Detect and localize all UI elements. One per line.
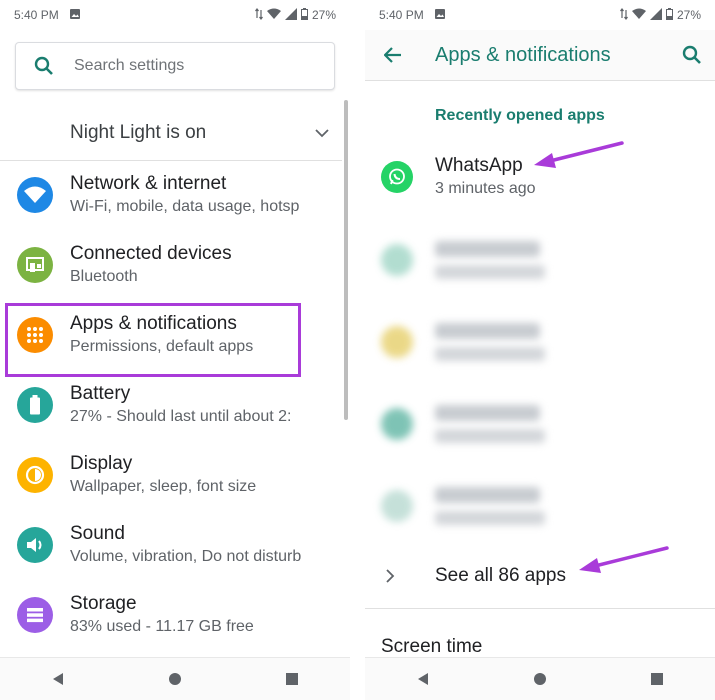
setting-apps-notifications[interactable]: Apps & notifications Permissions, defaul… — [0, 300, 342, 377]
setting-battery[interactable]: Battery 27% - Should last until about 2: — [0, 370, 342, 440]
navigation-bar — [0, 657, 350, 700]
search-icon — [16, 56, 72, 76]
app-icon — [381, 490, 413, 522]
search-icon[interactable] — [669, 45, 715, 65]
setting-connected-devices[interactable]: Connected devices Bluetooth — [0, 230, 342, 300]
setting-title: Connected devices — [70, 243, 232, 264]
image-notification-icon — [434, 8, 446, 23]
app-last-used: 3 minutes ago — [435, 180, 536, 197]
home-nav-icon[interactable] — [520, 664, 560, 694]
search-settings-bar[interactable] — [15, 42, 335, 90]
data-transfer-icon — [619, 7, 628, 23]
setting-title: Storage — [70, 593, 137, 614]
recent-app-blurred[interactable] — [365, 389, 715, 459]
apps-notifications-screen: 5:40 PM 27% Apps & notifications Recentl… — [365, 0, 715, 700]
status-time: 5:40 PM — [14, 8, 59, 22]
battery-status-icon — [300, 7, 308, 23]
signal-icon — [284, 7, 297, 23]
navigation-bar — [365, 657, 715, 700]
status-icons: 27% — [619, 7, 701, 23]
setting-network-internet[interactable]: Network & internet Wi-Fi, mobile, data u… — [0, 160, 342, 230]
setting-display[interactable]: Display Wallpaper, sleep, font size — [0, 440, 342, 510]
setting-title: Sound — [70, 523, 125, 544]
recent-apps-header: Recently opened apps — [435, 107, 605, 124]
see-all-apps-button[interactable]: See all 86 apps — [365, 548, 715, 604]
setting-subtitle: Wi-Fi, mobile, data usage, hotsp — [70, 198, 300, 215]
setting-title: Battery — [70, 383, 131, 404]
status-bar: 5:40 PM 27% — [365, 0, 715, 30]
status-icons: 27% — [254, 7, 336, 23]
battery-percent: 27% — [676, 8, 701, 22]
app-name: WhatsApp — [435, 155, 523, 176]
setting-storage[interactable]: Storage 83% used - 11.17 GB free — [0, 580, 342, 650]
recent-app-blurred[interactable] — [365, 225, 715, 295]
app-icon — [381, 244, 413, 276]
setting-sound[interactable]: Sound Volume, vibration, Do not disturb — [0, 510, 342, 580]
page-title: Apps & notifications — [435, 43, 611, 66]
setting-title: Network & internet — [70, 173, 227, 194]
night-light-label: Night Light is on — [70, 122, 207, 143]
search-input[interactable] — [72, 56, 306, 76]
setting-subtitle: Permissions, default apps — [70, 338, 254, 355]
setting-subtitle: 83% used - 11.17 GB free — [70, 618, 254, 635]
chevron-right-icon — [365, 569, 415, 583]
setting-subtitle: Volume, vibration, Do not disturb — [70, 548, 302, 565]
setting-title: Apps & notifications — [70, 313, 237, 334]
battery-status-icon — [665, 7, 673, 23]
connected-devices-icon — [17, 247, 53, 283]
whatsapp-icon — [381, 161, 413, 193]
status-time: 5:40 PM — [379, 8, 424, 22]
app-icon — [381, 408, 413, 440]
recent-app-blurred[interactable] — [365, 471, 715, 541]
moon-icon — [0, 123, 70, 143]
divider — [365, 608, 715, 609]
see-all-apps-label: See all 86 apps — [435, 565, 566, 586]
recent-app-blurred[interactable] — [365, 307, 715, 377]
sound-icon — [17, 527, 53, 563]
settings-screen: 5:40 PM 27% Night — [0, 0, 350, 700]
storage-icon — [17, 597, 53, 633]
scrollbar[interactable] — [344, 100, 348, 420]
settings-list: Network & internet Wi-Fi, mobile, data u… — [0, 160, 342, 650]
signal-icon — [649, 7, 662, 23]
display-icon — [17, 457, 53, 493]
back-nav-icon[interactable] — [38, 664, 78, 694]
battery-icon — [17, 387, 53, 423]
status-bar: 5:40 PM 27% — [0, 0, 350, 30]
setting-title: Display — [70, 453, 133, 474]
data-transfer-icon — [254, 7, 263, 23]
app-bar: Apps & notifications — [365, 30, 715, 81]
battery-percent: 27% — [311, 8, 336, 22]
night-light-suggestion[interactable]: Night Light is on — [0, 108, 342, 158]
wifi-icon — [17, 177, 53, 213]
back-nav-icon[interactable] — [403, 664, 443, 694]
recents-nav-icon[interactable] — [272, 664, 312, 694]
recents-nav-icon[interactable] — [637, 664, 677, 694]
apps-icon — [17, 317, 53, 353]
chevron-down-icon[interactable] — [302, 128, 342, 138]
setting-subtitle: 27% - Should last until about 2: — [70, 408, 292, 425]
recent-app-whatsapp[interactable]: WhatsApp 3 minutes ago — [365, 142, 715, 212]
screen-time-item[interactable]: Screen time — [381, 636, 482, 658]
setting-subtitle: Wallpaper, sleep, font size — [70, 478, 257, 495]
setting-subtitle: Bluetooth — [70, 268, 138, 285]
home-nav-icon[interactable] — [155, 664, 195, 694]
back-arrow-icon[interactable] — [365, 47, 421, 63]
image-notification-icon — [69, 8, 81, 23]
wifi-status-icon — [266, 8, 281, 23]
app-icon — [381, 326, 413, 358]
wifi-status-icon — [631, 8, 646, 23]
